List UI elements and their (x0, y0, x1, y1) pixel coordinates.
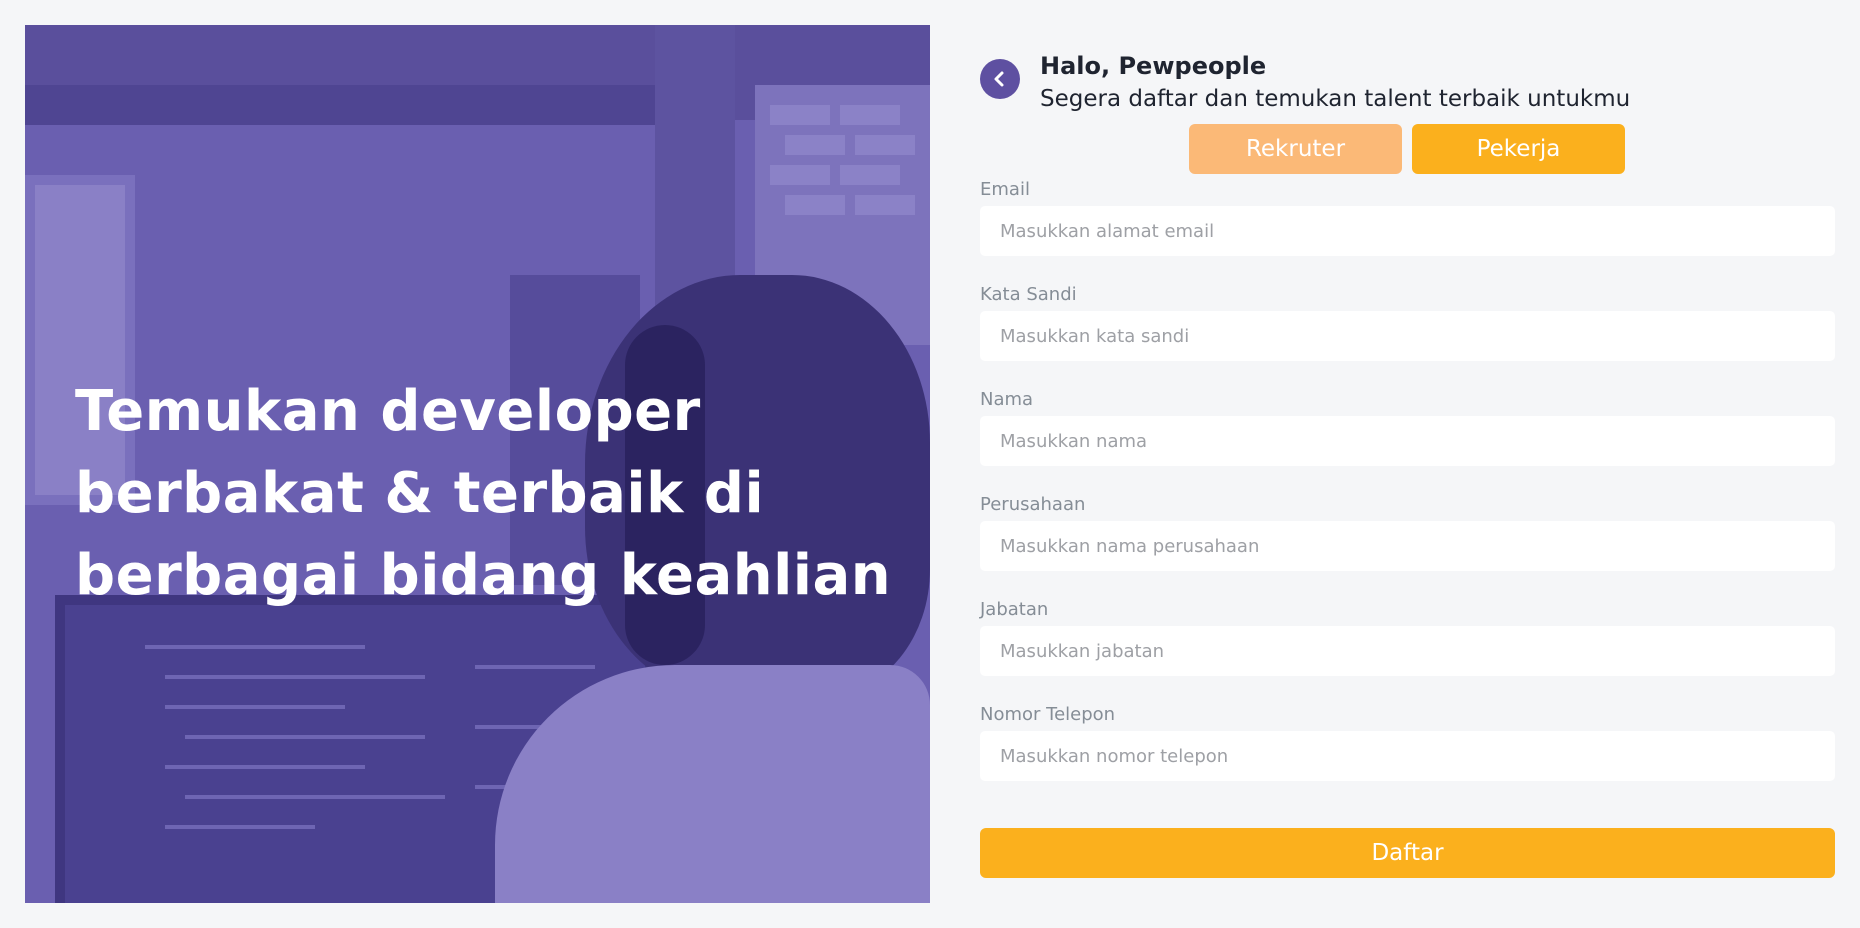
position-field-group: Jabatan (980, 598, 1835, 676)
hero-headline: Temukan developer berbakat & terbaik di … (75, 379, 892, 608)
company-field[interactable] (980, 521, 1835, 571)
role-rekruter-button[interactable]: Rekruter (1189, 124, 1402, 174)
password-field-group: Kata Sandi (980, 283, 1835, 361)
email-label: Email (980, 179, 1030, 200)
email-field-group: Email (980, 178, 1835, 256)
password-field[interactable] (980, 311, 1835, 361)
phone-field[interactable] (980, 731, 1835, 781)
greeting-title: Halo, Pewpeople (1040, 52, 1267, 80)
back-button[interactable] (980, 59, 1020, 99)
phone-field-group: Nomor Telepon (980, 703, 1835, 781)
greeting-subtitle: Segera daftar dan temukan talent terbaik… (1040, 86, 1631, 112)
position-label: Jabatan (980, 599, 1049, 620)
email-field[interactable] (980, 206, 1835, 256)
hero-panel: Temukan developer berbakat & terbaik di … (25, 25, 930, 903)
company-field-group: Perusahaan (980, 493, 1835, 571)
role-pekerja-button[interactable]: Pekerja (1412, 124, 1625, 174)
company-label: Perusahaan (980, 494, 1086, 515)
register-submit-button[interactable]: Daftar (980, 828, 1835, 878)
phone-label: Nomor Telepon (980, 704, 1116, 725)
chevron-left-icon (994, 71, 1004, 87)
position-field[interactable] (980, 626, 1835, 676)
password-label: Kata Sandi (980, 284, 1077, 305)
name-label: Nama (980, 389, 1034, 410)
name-field[interactable] (980, 416, 1835, 466)
name-field-group: Nama (980, 388, 1835, 466)
